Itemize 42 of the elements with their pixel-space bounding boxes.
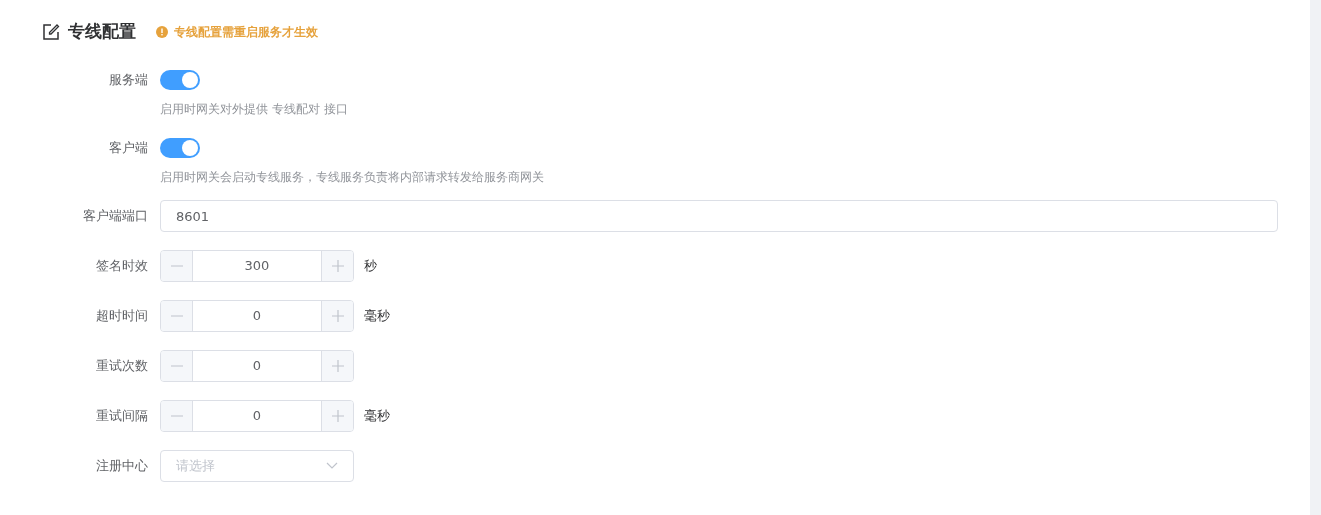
field-label: 客户端端口: [83, 208, 148, 223]
plus-icon: [330, 309, 345, 323]
number-stepper[interactable]: 300: [160, 250, 354, 282]
notice-text: 专线配置需重启服务才生效: [174, 24, 318, 41]
number-stepper[interactable]: 0: [160, 300, 354, 332]
number-stepper[interactable]: 0: [160, 400, 354, 432]
toggle-switch[interactable]: [160, 70, 200, 90]
plus-icon: [330, 409, 345, 423]
field-label: 签名时效: [96, 258, 148, 273]
field-label: 重试次数: [96, 358, 148, 373]
section-title: 专线配置: [68, 20, 136, 44]
minus-button[interactable]: [161, 251, 193, 281]
warning-icon: [156, 26, 168, 38]
number-field[interactable]: 0: [193, 401, 321, 431]
plus-button[interactable]: [321, 301, 353, 331]
plus-icon: [330, 259, 345, 273]
port-field[interactable]: 8601: [160, 200, 1278, 232]
unit-text: 秒: [364, 257, 377, 276]
field-label: 客户端: [109, 140, 148, 155]
number-field[interactable]: 300: [193, 251, 321, 281]
plus-button[interactable]: [321, 351, 353, 381]
edit-icon: [42, 23, 60, 41]
plus-button[interactable]: [321, 401, 353, 431]
unit-text: 毫秒: [364, 407, 390, 426]
help-text: 启用时网关对外提供 专线配对 接口: [160, 101, 348, 118]
select-placeholder: 请选择: [176, 457, 215, 476]
unit-text: 毫秒: [364, 307, 390, 326]
number-field[interactable]: 0: [193, 301, 321, 331]
minus-button[interactable]: [161, 351, 193, 381]
field-label: 重试间隔: [96, 408, 148, 423]
field-label: 注册中心: [96, 458, 148, 473]
number-field[interactable]: 0: [193, 351, 321, 381]
minus-button[interactable]: [161, 301, 193, 331]
help-text: 启用时网关会启动专线服务，专线服务负责将内部请求转发给服务商网关: [160, 169, 544, 186]
minus-button[interactable]: [161, 401, 193, 431]
chevron-down-icon: [326, 462, 338, 470]
toggle-switch[interactable]: [160, 138, 200, 158]
number-stepper[interactable]: 0: [160, 350, 354, 382]
field-label: 服务端: [109, 72, 148, 87]
field-label: 超时时间: [96, 308, 148, 323]
plus-button[interactable]: [321, 251, 353, 281]
plus-icon: [330, 359, 345, 373]
